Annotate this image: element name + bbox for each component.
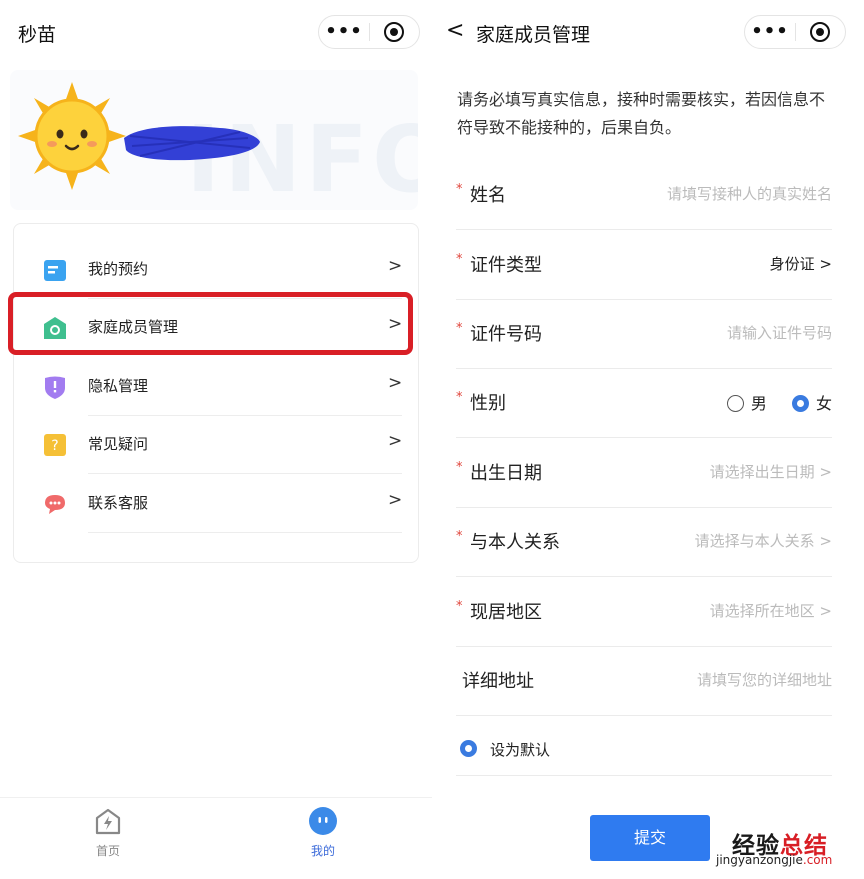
back-arrow-icon[interactable]: < bbox=[446, 18, 464, 43]
app-title: 秒苗 bbox=[18, 24, 57, 46]
field-birth-date[interactable]: * 出生日期 请选择出生日期 > bbox=[456, 438, 832, 508]
required-asterisk: * bbox=[456, 252, 463, 267]
sun-avatar-icon[interactable] bbox=[16, 80, 128, 192]
required-asterisk: * bbox=[456, 460, 463, 475]
submit-button[interactable]: 提交 bbox=[590, 815, 710, 861]
page-title: 家庭成员管理 bbox=[476, 24, 591, 46]
notice-text: 请务必填写真实信息，接种时需要核实，若因信息不符导致不能接种的，后果自负。 bbox=[457, 90, 826, 137]
required-asterisk: * bbox=[456, 599, 463, 614]
field-gender: * 性别 男 女 bbox=[456, 368, 832, 438]
field-address[interactable]: 详细地址 请填写您的详细地址 bbox=[456, 646, 832, 716]
tab-label: 我的 bbox=[310, 844, 335, 858]
chevron-right-icon: > bbox=[388, 256, 403, 276]
field-id-number[interactable]: * 证件号码 请输入证件号码 bbox=[456, 299, 832, 369]
mini-program-capsule: ••• bbox=[318, 15, 420, 49]
relationship-select[interactable]: 请选择与本人关系 > bbox=[695, 530, 832, 551]
placeholder: 请选择所在地区 bbox=[709, 602, 815, 620]
question-icon: ? bbox=[44, 434, 66, 456]
required-asterisk: * bbox=[456, 321, 463, 336]
close-target-icon[interactable] bbox=[796, 22, 845, 42]
id-type-value: 身份证 bbox=[769, 255, 815, 273]
field-id-type[interactable]: * 证件类型 身份证 > bbox=[456, 230, 832, 300]
radio-on-icon bbox=[791, 395, 809, 412]
close-target-icon[interactable] bbox=[370, 22, 419, 42]
watermark-url-suffix: .com bbox=[802, 853, 833, 867]
menu-item-privacy[interactable]: 隐私管理 > bbox=[14, 358, 418, 416]
set-default-option[interactable]: 设为默认 bbox=[456, 724, 832, 776]
id-number-input[interactable]: 请输入证件号码 bbox=[727, 322, 832, 343]
gender-radio-group: 男 女 bbox=[707, 390, 832, 414]
chevron-right-icon: > bbox=[388, 490, 403, 510]
field-label: 现居地区 bbox=[470, 602, 542, 623]
red-highlight-box bbox=[8, 292, 413, 355]
chevron-right-icon: > bbox=[819, 602, 832, 620]
field-label: 与本人关系 bbox=[470, 532, 560, 553]
required-asterisk: * bbox=[456, 182, 463, 197]
set-default-label: 设为默认 bbox=[490, 741, 551, 759]
gender-option-male[interactable]: 男 bbox=[726, 394, 767, 413]
radio-label: 女 bbox=[815, 394, 832, 413]
radio-label: 男 bbox=[750, 394, 767, 413]
divider bbox=[88, 532, 402, 533]
chat-icon bbox=[45, 495, 65, 514]
divider bbox=[456, 775, 832, 776]
redacted-username bbox=[124, 126, 260, 161]
placeholder: 请选择出生日期 bbox=[709, 463, 815, 481]
menu-item-label: 联系客服 bbox=[88, 494, 149, 512]
my-page-panel: 秒苗 ••• INFO 我的预约 > 家庭成员管理 > 隐私管理 > ? 常见疑… bbox=[0, 0, 432, 879]
field-label: 姓名 bbox=[470, 185, 506, 206]
placeholder: 请选择与本人关系 bbox=[694, 532, 815, 550]
field-label: 证件类型 bbox=[470, 255, 542, 276]
menu-card: 我的预约 > 家庭成员管理 > 隐私管理 > ? 常见疑问 > 联系客服 > bbox=[13, 223, 419, 563]
chevron-right-icon: > bbox=[388, 373, 403, 393]
field-label: 出生日期 bbox=[470, 463, 542, 484]
shield-icon bbox=[45, 376, 65, 399]
field-name[interactable]: * 姓名 请填写接种人的真实姓名 bbox=[456, 160, 832, 230]
divider bbox=[456, 715, 832, 716]
required-asterisk: * bbox=[456, 529, 463, 544]
divider bbox=[88, 473, 402, 474]
mini-program-capsule: ••• bbox=[744, 15, 846, 49]
svg-text:?: ? bbox=[51, 438, 58, 454]
chevron-right-icon: > bbox=[819, 463, 832, 481]
radio-off-icon bbox=[726, 395, 744, 412]
tab-label: 首页 bbox=[95, 844, 120, 858]
field-relationship[interactable]: * 与本人关系 请选择与本人关系 > bbox=[456, 507, 832, 577]
family-member-form-panel: < 家庭成员管理 ••• 请务必填写真实信息，接种时需要核实，若因信息不符导致不… bbox=[432, 0, 864, 879]
required-asterisk: * bbox=[456, 390, 463, 405]
chevron-right-icon: > bbox=[388, 431, 403, 451]
field-label: 性别 bbox=[470, 393, 506, 414]
menu-item-faq[interactable]: ? 常见疑问 > bbox=[14, 416, 418, 474]
lightning-house-icon bbox=[95, 808, 121, 835]
bottom-tab-bar: 首页 我的 bbox=[0, 797, 432, 879]
gender-option-female[interactable]: 女 bbox=[791, 394, 832, 413]
field-region[interactable]: * 现居地区 请选择所在地区 > bbox=[456, 577, 832, 647]
chevron-right-icon: > bbox=[819, 532, 832, 550]
top-bar: 秒苗 ••• bbox=[0, 0, 432, 64]
birth-date-select[interactable]: 请选择出生日期 > bbox=[710, 461, 832, 482]
field-label: 证件号码 bbox=[470, 324, 542, 345]
tab-mine[interactable]: 我的 bbox=[283, 806, 363, 859]
profile-card: INFO bbox=[10, 70, 418, 210]
field-label: 详细地址 bbox=[462, 671, 534, 692]
menu-item-label: 常见疑问 bbox=[88, 435, 149, 453]
region-select[interactable]: 请选择所在地区 > bbox=[710, 600, 832, 621]
face-icon bbox=[309, 807, 337, 835]
id-type-select[interactable]: 身份证 > bbox=[770, 253, 832, 274]
menu-item-customer-service[interactable]: 联系客服 > bbox=[14, 475, 418, 533]
name-input[interactable]: 请填写接种人的真实姓名 bbox=[667, 183, 832, 204]
radio-on-icon bbox=[460, 740, 477, 757]
more-dots-icon[interactable]: ••• bbox=[319, 15, 369, 49]
site-watermark-url: jingyanzongjie.com bbox=[716, 853, 832, 867]
address-input[interactable]: 请填写您的详细地址 bbox=[697, 669, 832, 690]
watermark-url-text: jingyanzongjie bbox=[716, 853, 803, 867]
chevron-right-icon: > bbox=[819, 255, 832, 273]
tab-home[interactable]: 首页 bbox=[68, 806, 148, 859]
top-bar: < 家庭成员管理 ••• bbox=[432, 0, 864, 64]
menu-item-label: 我的预约 bbox=[88, 260, 149, 278]
more-dots-icon[interactable]: ••• bbox=[745, 15, 795, 49]
menu-item-my-appointments[interactable]: 我的预约 > bbox=[14, 241, 418, 299]
calendar-icon bbox=[44, 260, 66, 281]
menu-item-label: 隐私管理 bbox=[88, 377, 149, 395]
